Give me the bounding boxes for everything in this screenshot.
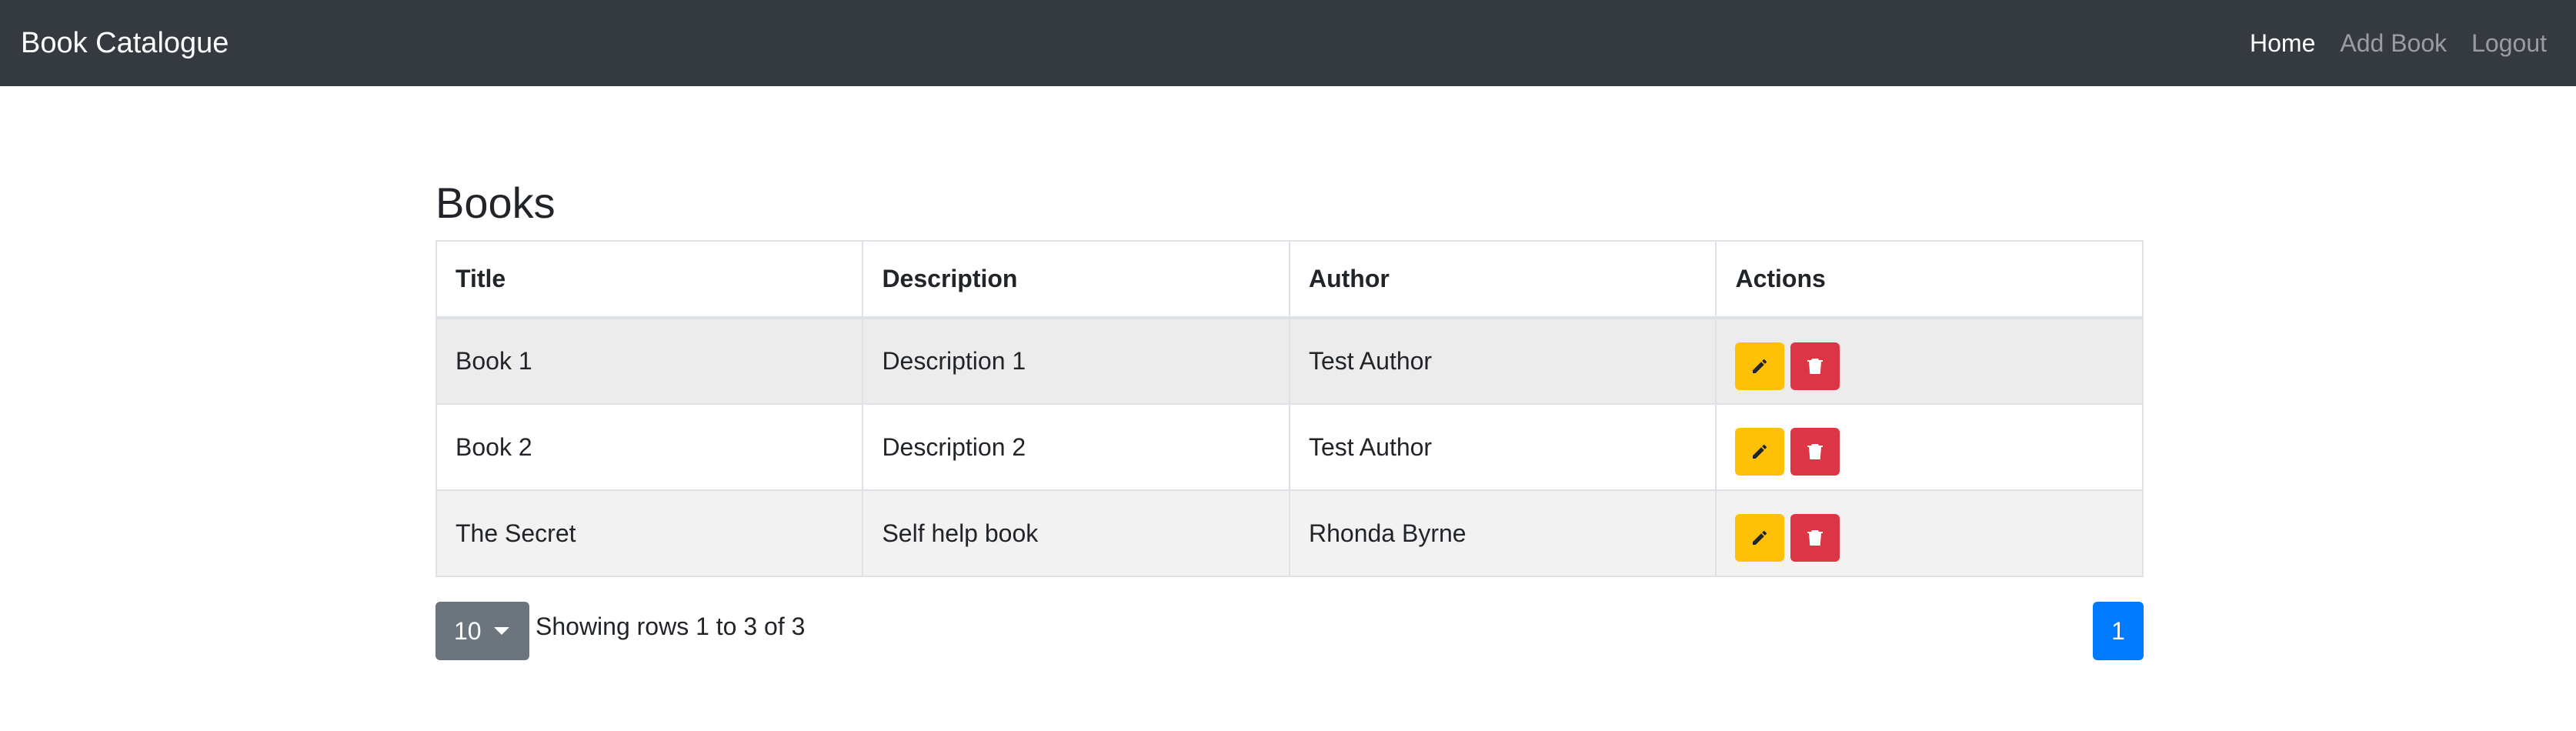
caret-down-icon: [493, 627, 509, 635]
cell-description: Self help book: [862, 489, 1290, 577]
cell-actions: [1715, 317, 2144, 405]
nav-link-add-book[interactable]: Add Book: [2340, 23, 2447, 63]
delete-button[interactable]: [1790, 428, 1840, 476]
edit-icon: [1753, 444, 1767, 459]
delete-button[interactable]: [1790, 514, 1840, 562]
cell-author: Test Author: [1288, 403, 1717, 491]
column-header-actions: Actions: [1715, 240, 2144, 319]
column-header-description[interactable]: Description: [862, 240, 1290, 319]
page-size-dropdown[interactable]: 10: [435, 602, 529, 660]
edit-icon: [1753, 530, 1767, 545]
delete-button[interactable]: [1790, 342, 1840, 390]
page-title: Books: [435, 179, 556, 227]
nav-link-logout[interactable]: Logout: [2471, 23, 2547, 63]
cell-title: Book 2: [435, 403, 864, 491]
cell-title: The Secret: [435, 489, 864, 577]
page-button-1[interactable]: 1: [2093, 602, 2144, 660]
delete-icon: [1807, 444, 1824, 459]
books-table: Title Description Author Actions Book 1 …: [435, 240, 2144, 577]
table-row: Book 2 Description 2 Test Author: [435, 403, 2144, 491]
cell-description: Description 2: [862, 403, 1290, 491]
delete-icon: [1807, 530, 1824, 546]
page-size-value: 10: [454, 616, 482, 645]
cell-author: Test Author: [1288, 317, 1717, 405]
cell-author: Rhonda Byrne: [1288, 489, 1717, 577]
table-header-row: Title Description Author Actions: [435, 240, 2144, 319]
delete-icon: [1807, 358, 1824, 374]
column-header-author[interactable]: Author: [1288, 240, 1717, 319]
cell-actions: [1715, 403, 2144, 491]
edit-button[interactable]: [1735, 428, 1785, 476]
rows-info: Showing rows 1 to 3 of 3: [536, 613, 806, 640]
cell-description: Description 1: [862, 317, 1290, 405]
nav-link-home[interactable]: Home: [2250, 23, 2315, 63]
edit-icon: [1753, 359, 1767, 373]
navbar-links: Home Add Book Logout: [2250, 23, 2547, 63]
cell-title: Book 1: [435, 317, 864, 405]
column-header-title[interactable]: Title: [435, 240, 864, 319]
navbar-brand[interactable]: Book Catalogue: [21, 23, 229, 63]
table-row: The Secret Self help book Rhonda Byrne: [435, 489, 2144, 577]
table-row: Book 1 Description 1 Test Author: [435, 317, 2144, 405]
edit-button[interactable]: [1735, 514, 1785, 562]
edit-button[interactable]: [1735, 342, 1785, 390]
navbar: Book Catalogue Home Add Book Logout: [0, 0, 2576, 86]
cell-actions: [1715, 489, 2144, 577]
